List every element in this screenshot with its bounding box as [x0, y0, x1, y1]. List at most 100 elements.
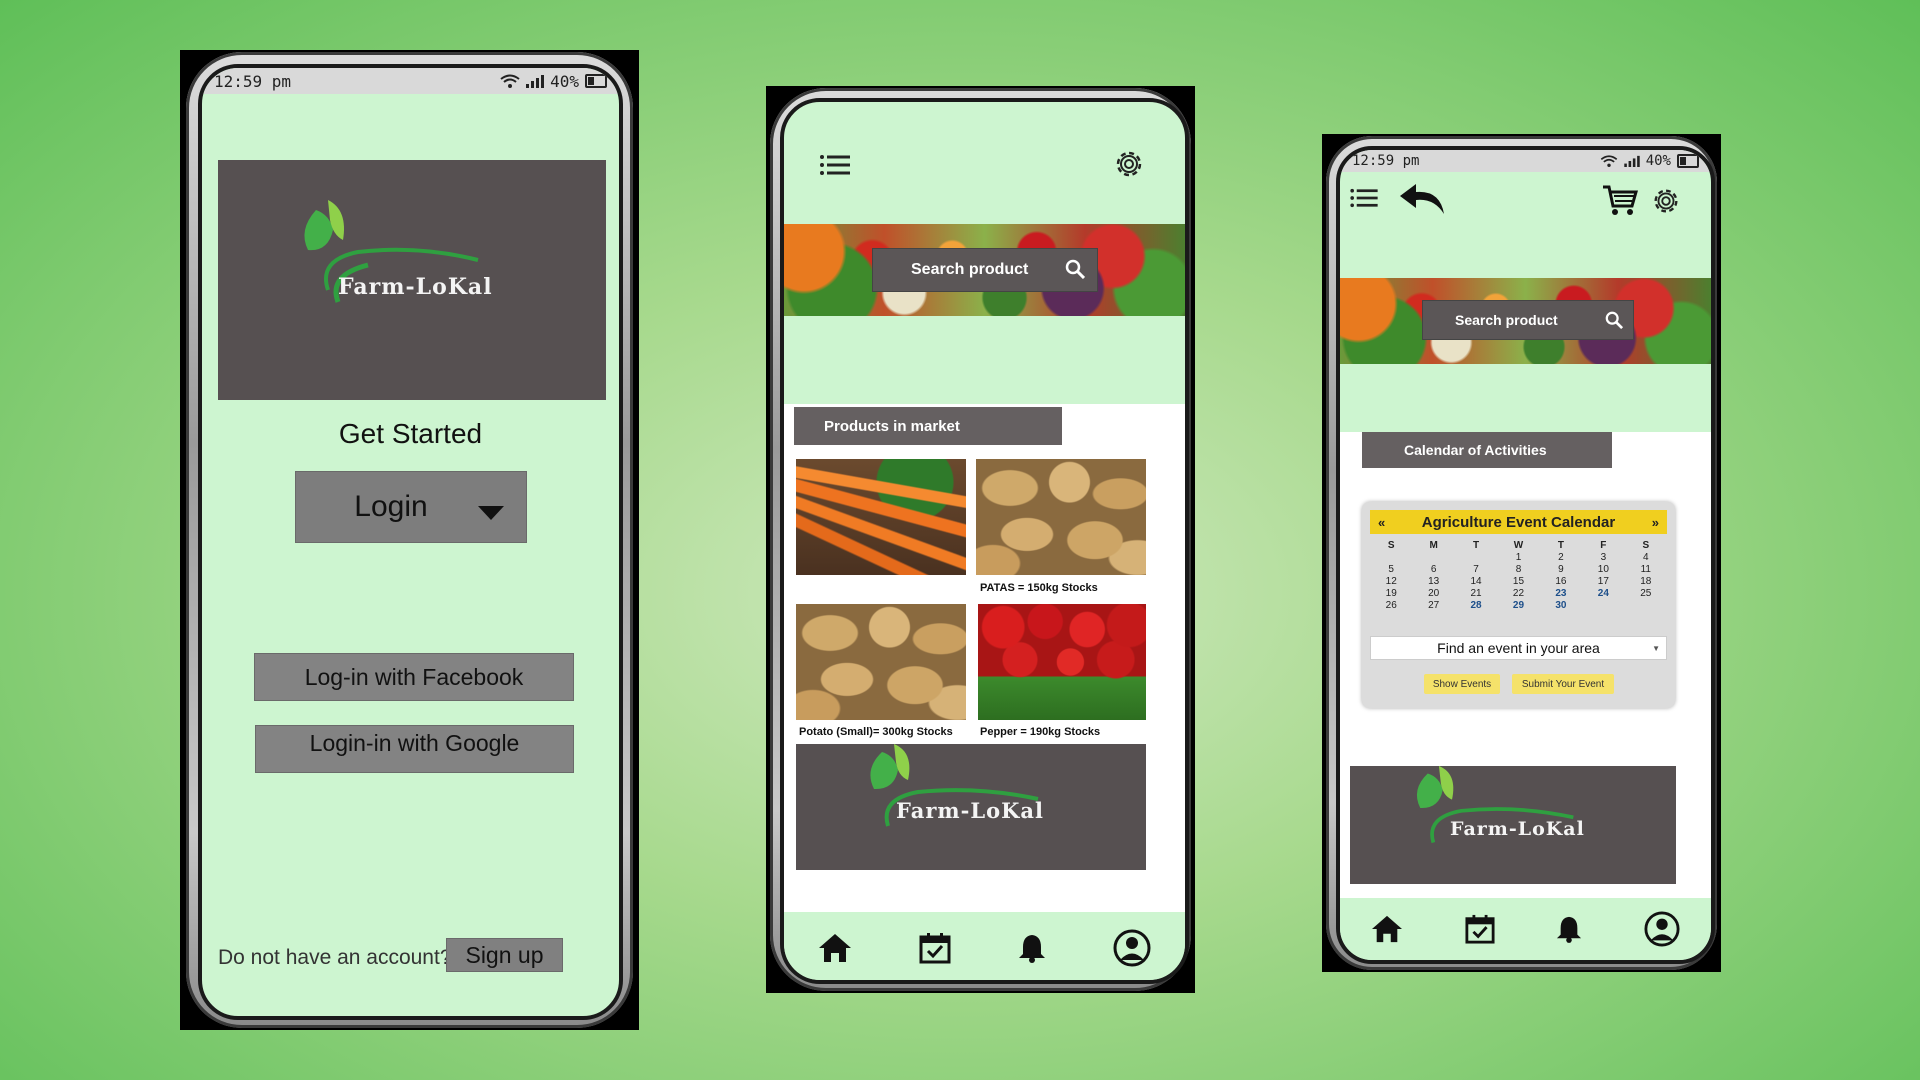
show-events-button[interactable]: Show Events: [1424, 674, 1500, 694]
status-time: 12:59 pm: [1352, 153, 1420, 169]
logo-banner: Farm-LoKal: [218, 160, 606, 400]
status-bar: 12:59 pm 40%: [1340, 150, 1711, 172]
gear-icon[interactable]: [1112, 147, 1146, 181]
calendar-day[interactable]: 15: [1497, 576, 1539, 587]
calendar-day[interactable]: 24: [1582, 588, 1624, 599]
calendar-day[interactable]: 9: [1540, 564, 1582, 575]
calendar-day[interactable]: 26: [1370, 600, 1412, 611]
event-area-select[interactable]: Find an event in your area ▼: [1370, 636, 1667, 660]
calendar-day[interactable]: 18: [1625, 576, 1667, 587]
calendar-day-header: S: [1642, 540, 1650, 551]
bell-icon[interactable]: [1556, 915, 1582, 943]
calendar-icon[interactable]: [1465, 914, 1495, 944]
calendar-day[interactable]: 20: [1412, 588, 1454, 599]
calendar-empty-cell: [1455, 552, 1497, 563]
get-started-heading: Get Started: [338, 418, 483, 449]
search-icon: [1605, 311, 1623, 329]
user-icon[interactable]: [1113, 929, 1151, 967]
calendar-screen: 12:59 pm 40% Search product Calendar of …: [1336, 146, 1715, 964]
facebook-login-button[interactable]: Log-in with Facebook: [254, 653, 574, 701]
phone-products: Search product Products in market PATAS …: [766, 86, 1195, 993]
event-area-select-value: Find an event in your area: [1437, 640, 1600, 656]
calendar-day[interactable]: 4: [1625, 552, 1667, 563]
menu-icon[interactable]: [1350, 188, 1378, 208]
signup-label: Sign up: [465, 941, 544, 968]
calendar-day[interactable]: 1: [1497, 552, 1539, 563]
calendar-day-header: W: [1513, 540, 1524, 551]
signal-icon: [526, 75, 545, 88]
status-time: 12:59 pm: [214, 71, 292, 91]
calendar-day[interactable]: 6: [1412, 564, 1454, 575]
no-account-text: Do not have an account?: [218, 946, 452, 969]
calendar-day[interactable]: 23: [1540, 588, 1582, 599]
product-caption: Potato (Small)= 300kg Stocks: [799, 726, 953, 738]
calendar-next-button[interactable]: »: [1652, 515, 1659, 530]
battery-percent: 40%: [1645, 153, 1671, 169]
calendar-header: « Agriculture Event Calendar »: [1370, 510, 1667, 534]
calendar-day[interactable]: 8: [1497, 564, 1539, 575]
caret-down-icon: [478, 506, 504, 520]
show-events-label: Show Events: [1432, 678, 1492, 690]
back-arrow-icon[interactable]: [1398, 182, 1446, 216]
google-login-label: Login-in with Google: [309, 730, 520, 756]
home-icon[interactable]: [818, 932, 852, 964]
search-input[interactable]: Search product: [872, 248, 1098, 292]
search-placeholder: Search product: [911, 261, 1029, 278]
battery-percent: 40%: [550, 71, 579, 91]
calendar-day[interactable]: 3: [1582, 552, 1624, 563]
phone-calendar: 12:59 pm 40% Search product Calendar of …: [1322, 134, 1721, 972]
calendar-day[interactable]: 19: [1370, 588, 1412, 599]
calendar-empty-cell: [1582, 600, 1624, 611]
calendar-day[interactable]: 5: [1370, 564, 1412, 575]
calendar-day-header: M: [1429, 540, 1438, 551]
signup-button[interactable]: Sign up: [446, 938, 563, 972]
cart-icon[interactable]: [1602, 184, 1638, 216]
section-title: Calendar of Activities: [1404, 442, 1547, 458]
calendar-grid: S M T W T F S 1 2 3 4 5 6 7 8 9 10 11 12 13 14 15 16 17 18 19 20 21…: [1370, 540, 1667, 611]
product-caption: PATAS = 150kg Stocks: [980, 582, 1098, 594]
product-image-potato-small[interactable]: [796, 604, 966, 720]
product-image-pepper[interactable]: [978, 604, 1146, 720]
section-title-bar: Calendar of Activities: [1362, 432, 1612, 468]
calendar-day[interactable]: 30: [1540, 600, 1582, 611]
menu-icon[interactable]: [820, 154, 850, 176]
calendar-day[interactable]: 16: [1540, 576, 1582, 587]
calendar-day[interactable]: 11: [1625, 564, 1667, 575]
submit-event-button[interactable]: Submit Your Event: [1512, 674, 1614, 694]
calendar-day-header: T: [1473, 540, 1480, 551]
product-image-patas[interactable]: [976, 459, 1146, 575]
user-icon[interactable]: [1644, 911, 1680, 947]
calendar-empty-cell: [1412, 552, 1454, 563]
calendar-day[interactable]: 27: [1412, 600, 1454, 611]
battery-icon: [585, 74, 607, 88]
gear-icon[interactable]: [1650, 185, 1682, 217]
calendar-day[interactable]: 21: [1455, 588, 1497, 599]
calendar-day[interactable]: 2: [1540, 552, 1582, 563]
phone-login: 12:59 pm 40% Farm-LoKal Get Started Logi…: [180, 50, 639, 1030]
calendar-day[interactable]: 28: [1455, 600, 1497, 611]
calendar-day[interactable]: 7: [1455, 564, 1497, 575]
calendar-day[interactable]: 12: [1370, 576, 1412, 587]
login-dropdown[interactable]: Login: [295, 471, 527, 543]
calendar-day[interactable]: 13: [1412, 576, 1454, 587]
calendar-day[interactable]: 22: [1497, 588, 1539, 599]
select-caret-icon: ▼: [1652, 643, 1660, 653]
calendar-icon[interactable]: [919, 932, 951, 964]
calendar-day[interactable]: 17: [1582, 576, 1624, 587]
calendar-day[interactable]: 29: [1497, 600, 1539, 611]
calendar-day[interactable]: 25: [1625, 588, 1667, 599]
bottom-nav: [784, 916, 1185, 980]
calendar-empty-cell: [1370, 552, 1412, 563]
google-login-button[interactable]: Login-in with Google: [255, 725, 574, 773]
search-input[interactable]: Search product: [1422, 300, 1634, 340]
calendar-prev-button[interactable]: «: [1378, 515, 1385, 530]
event-calendar-widget: « Agriculture Event Calendar » SMTWTFS12…: [1362, 502, 1675, 708]
section-title: Products in market: [824, 417, 960, 435]
product-image-carrot[interactable]: [796, 459, 966, 575]
calendar-empty-cell: [1625, 600, 1667, 611]
home-icon[interactable]: [1371, 914, 1403, 944]
calendar-day[interactable]: 10: [1582, 564, 1624, 575]
bell-icon[interactable]: [1018, 933, 1046, 963]
calendar-day[interactable]: 14: [1455, 576, 1497, 587]
calendar-day-header: T: [1557, 540, 1564, 551]
